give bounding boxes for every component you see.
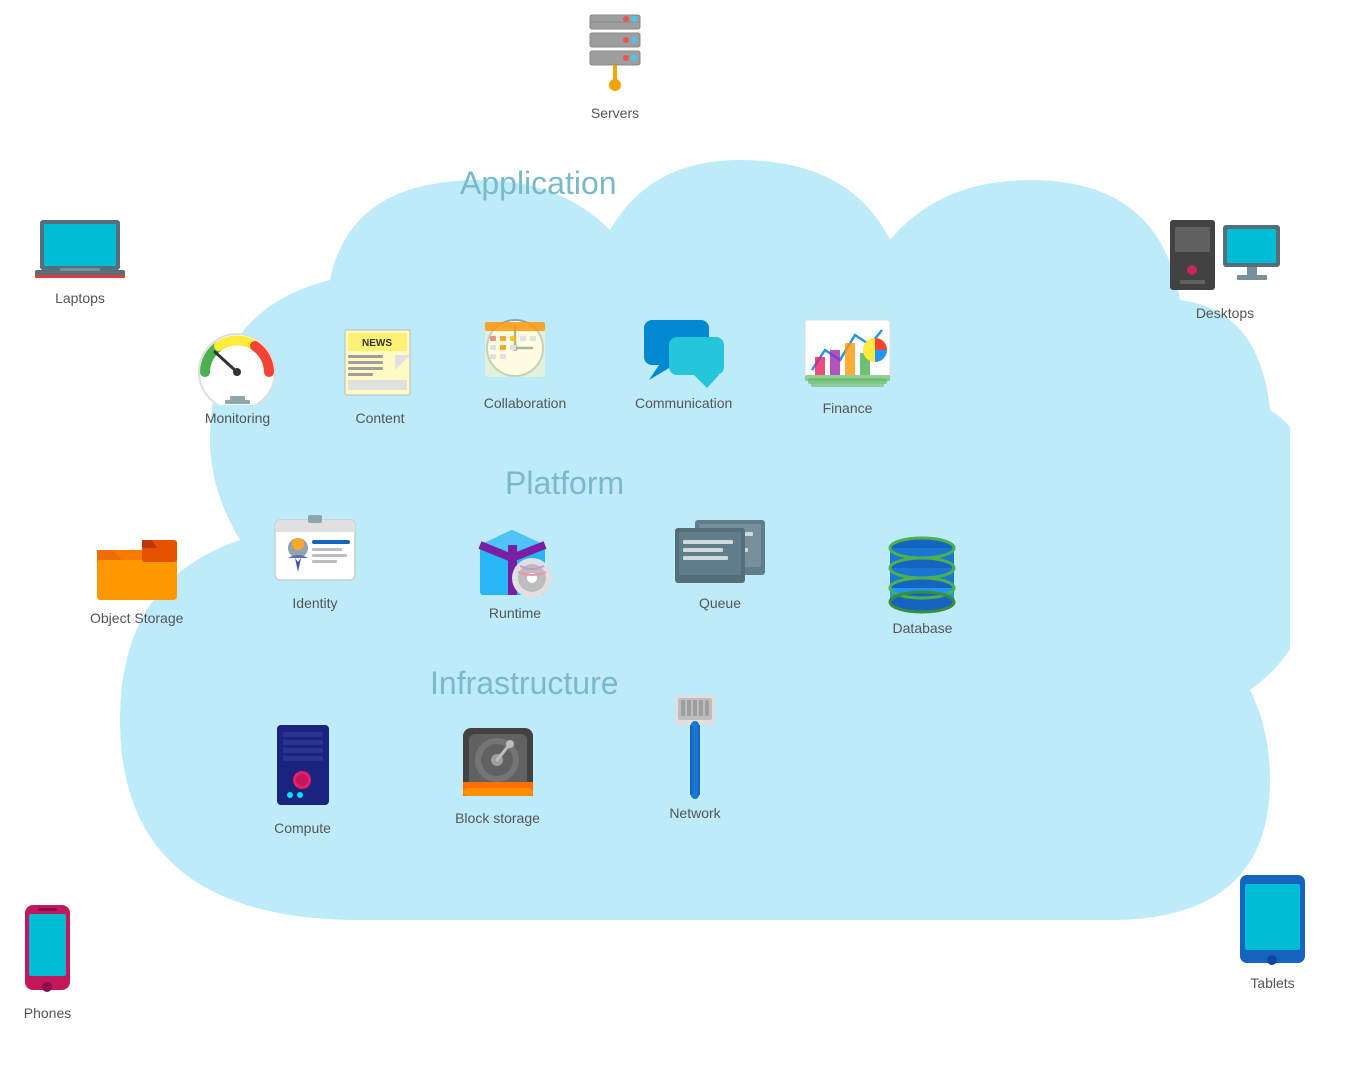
database-label: Database — [893, 620, 953, 636]
compute-icon-item: Compute — [265, 720, 340, 836]
svg-text:NEWS: NEWS — [362, 338, 392, 349]
collaboration-label: Collaboration — [484, 395, 567, 411]
monitoring-label: Monitoring — [205, 410, 270, 426]
tablets-icon-item: Tablets — [1235, 870, 1310, 991]
content-icon-item: NEWS Content — [340, 320, 420, 426]
phones-icon-item: Phones — [20, 900, 75, 1021]
servers-icon-item: Servers — [580, 10, 650, 121]
phones-label: Phones — [24, 1005, 71, 1021]
queue-label: Queue — [699, 595, 741, 611]
object-storage-label: Object Storage — [90, 610, 183, 626]
compute-label: Compute — [274, 820, 331, 836]
network-label: Network — [669, 805, 720, 821]
laptops-icon-item: Laptops — [30, 215, 130, 306]
communication-icon-item: Communication — [635, 315, 732, 411]
content-label: Content — [355, 410, 404, 426]
servers-label: Servers — [591, 105, 639, 121]
desktops-label: Desktops — [1196, 305, 1254, 321]
collaboration-icon-item: Collaboration — [480, 310, 570, 411]
runtime-icon-item: Runtime — [470, 510, 560, 621]
tablets-label: Tablets — [1250, 975, 1294, 991]
object-storage-icon-item: Object Storage — [90, 530, 183, 626]
block-storage-icon-item: Block storage — [455, 720, 540, 826]
communication-label: Communication — [635, 395, 732, 411]
runtime-label: Runtime — [489, 605, 541, 621]
block-storage-label: Block storage — [455, 810, 540, 826]
desktops-icon-item: Desktops — [1165, 215, 1285, 321]
finance-icon-item: Finance — [800, 315, 895, 416]
identity-label: Identity — [292, 595, 337, 611]
network-icon-item: Network — [660, 690, 730, 821]
database-icon-item: Database — [880, 530, 965, 636]
queue-icon-item: Queue — [670, 510, 770, 611]
finance-label: Finance — [823, 400, 873, 416]
identity-icon-item: Identity — [270, 510, 360, 611]
monitoring-icon-item: Monitoring — [195, 330, 280, 426]
laptops-label: Laptops — [55, 290, 105, 306]
